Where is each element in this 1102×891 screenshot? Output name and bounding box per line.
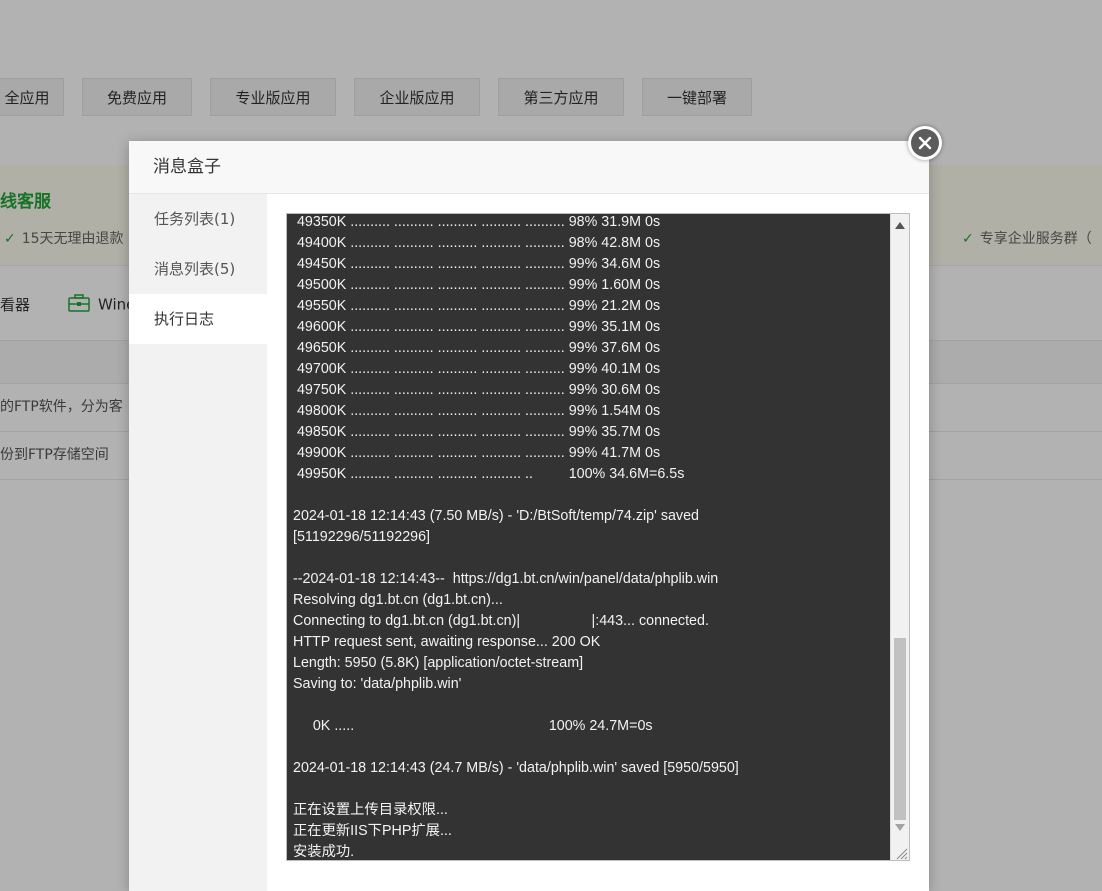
- log-line: 49500K .......... .......... .......... …: [293, 277, 661, 293]
- log-line: 正在设置上传目录权限...: [293, 802, 448, 818]
- log-line: 正在更新IIS下PHP扩展...: [293, 823, 452, 839]
- resize-grip-icon[interactable]: [894, 845, 908, 860]
- sidebar-item-message-list[interactable]: 消息列表(5): [129, 244, 267, 294]
- log-line: 49850K .......... .......... .......... …: [293, 424, 661, 440]
- log-line: 0K ..... 100% 24.7M=0s: [293, 718, 653, 734]
- log-line: 49900K .......... .......... .......... …: [293, 445, 661, 461]
- message-box-modal: 消息盒子 任务列表(1) 消息列表(5) 执行日志 49350K .......…: [129, 141, 929, 891]
- log-line: 49450K .......... .......... .......... …: [293, 256, 661, 272]
- modal-title: 消息盒子: [129, 141, 929, 194]
- log-line: [51192296/51192296]: [293, 529, 431, 545]
- close-icon: [911, 129, 939, 157]
- log-line: 49400K .......... .......... .......... …: [293, 235, 661, 251]
- sidebar-item-task-list[interactable]: 任务列表(1): [129, 194, 267, 244]
- log-line: 49650K .......... .......... .......... …: [293, 340, 661, 356]
- log-line: 49950K .......... .......... .......... …: [293, 466, 685, 482]
- log-line: HTTP request sent, awaiting response... …: [293, 634, 601, 650]
- log-lines: 49350K .......... .......... .......... …: [293, 214, 887, 860]
- modal-sidebar: 任务列表(1) 消息列表(5) 执行日志: [129, 194, 267, 891]
- log-line: 49350K .......... .......... .......... …: [293, 214, 661, 230]
- close-button[interactable]: [908, 126, 942, 160]
- log-line: 2024-01-18 12:14:43 (24.7 MB/s) - 'data/…: [293, 760, 739, 776]
- scroll-down-arrow-icon[interactable]: [891, 818, 909, 836]
- log-scrollbar[interactable]: [890, 214, 909, 860]
- scrollbar-thumb[interactable]: [894, 638, 906, 820]
- log-line: 49750K .......... .......... .......... …: [293, 382, 661, 398]
- log-line: 2024-01-18 12:14:43 (7.50 MB/s) - 'D:/Bt…: [293, 508, 699, 524]
- execution-log-console[interactable]: 49350K .......... .......... .......... …: [286, 213, 910, 861]
- log-line: --2024-01-18 12:14:43-- https://dg1.bt.c…: [293, 571, 719, 587]
- sidebar-item-execution-log[interactable]: 执行日志: [129, 294, 267, 344]
- log-line: 49600K .......... .......... .......... …: [293, 319, 661, 335]
- log-line: 49800K .......... .......... .......... …: [293, 403, 661, 419]
- log-line: Connecting to dg1.bt.cn (dg1.bt.cn)| |:4…: [293, 613, 709, 629]
- log-line: 49550K .......... .......... .......... …: [293, 298, 661, 314]
- log-line: Length: 5950 (5.8K) [application/octet-s…: [293, 655, 584, 671]
- log-line: 安装成功.: [293, 844, 355, 860]
- scroll-up-arrow-icon[interactable]: [891, 216, 909, 234]
- log-line: Saving to: 'data/phplib.win': [293, 676, 462, 692]
- log-line: 49700K .......... .......... .......... …: [293, 361, 661, 377]
- log-line: Resolving dg1.bt.cn (dg1.bt.cn)...: [293, 592, 503, 608]
